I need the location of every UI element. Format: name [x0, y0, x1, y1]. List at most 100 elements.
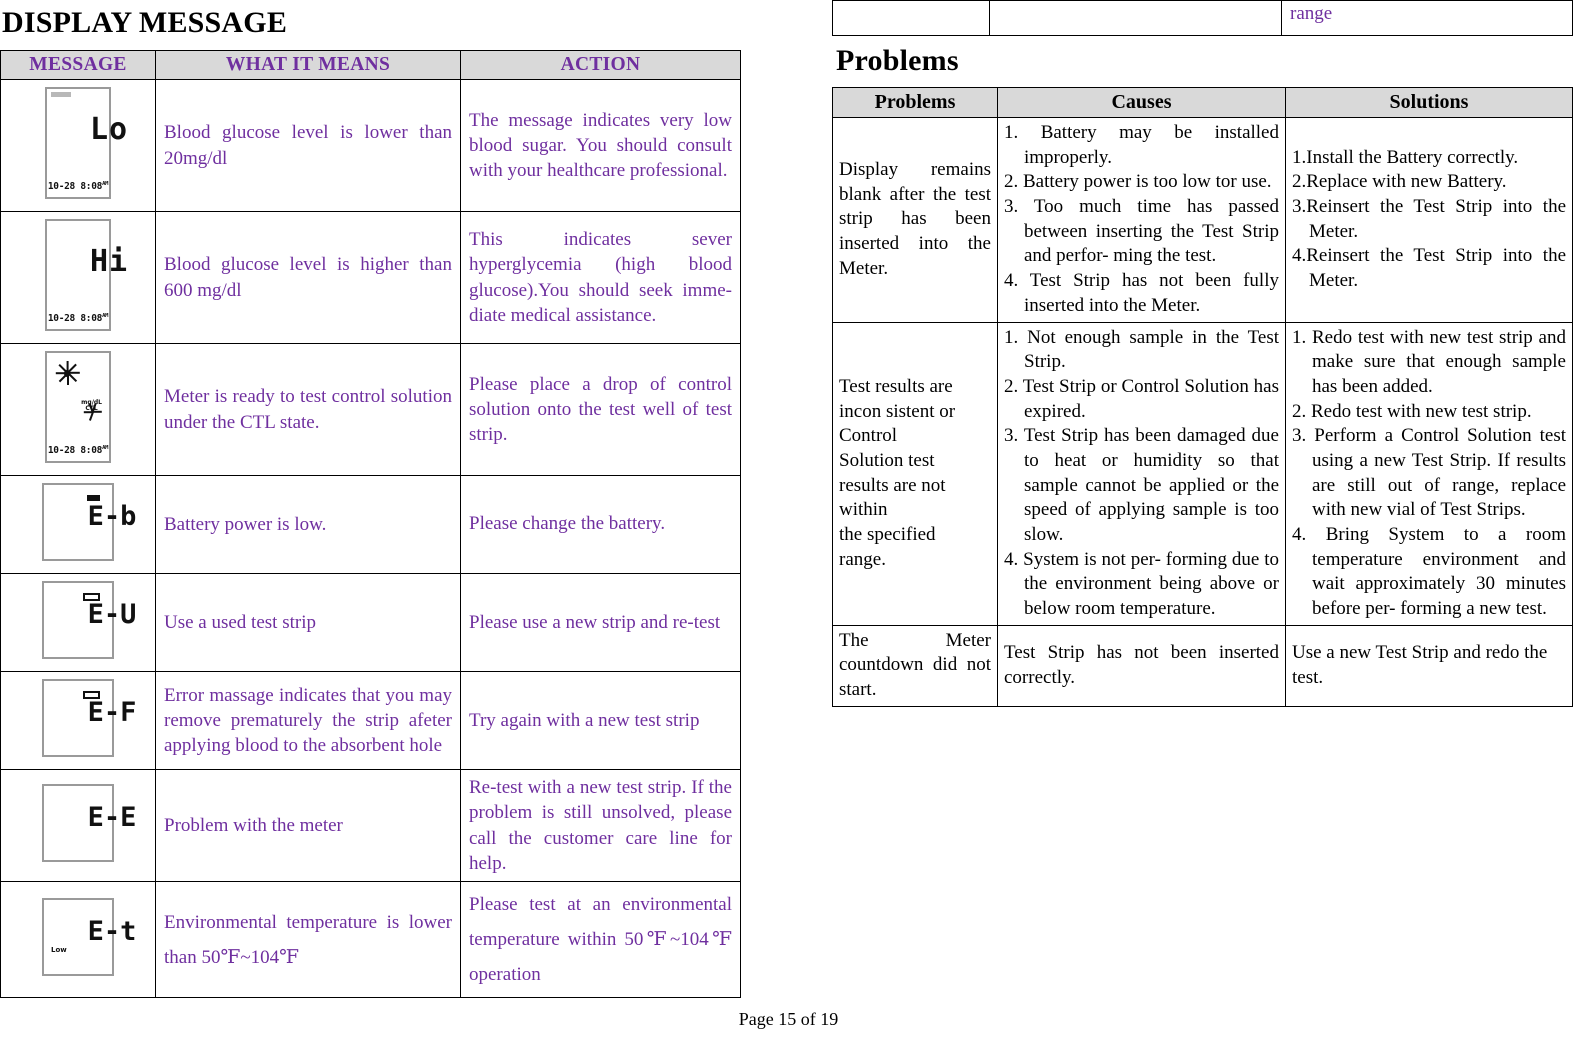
table-row: E-E Problem with the meter Re-test with … [0, 768, 741, 883]
table-row: Display remains blank after the test str… [832, 117, 1573, 323]
lcd-error-code: E-b [87, 501, 137, 532]
problems-table: Problems Causes Solutions Display remain… [832, 87, 1573, 707]
meaning-cell: Meter is ready to test control solution … [155, 343, 461, 476]
lcd-error-code: E-t [87, 916, 137, 948]
solutions-cell: Use a new Test Strip and redo the test. [1285, 624, 1573, 707]
meaning-cell: Blood glucose level is lower than 20mg/d… [155, 79, 461, 212]
lcd-topbar-icon [51, 92, 71, 97]
meaning-cell: Blood glucose level is higher than 600 m… [155, 211, 461, 344]
action-cell: This indicates sever hyperglycemia (high… [460, 211, 741, 344]
list-item: 3.Reinsert the Test Strip into the Meter… [1292, 196, 1566, 242]
message-display-cell: Lo 10-28 8:08AM [0, 79, 156, 212]
message-display-cell: E-t Low [0, 881, 156, 999]
message-display-cell: Hi 10-28 8:08AM [0, 211, 156, 344]
lcd-screen-error-premature: E-F [42, 679, 136, 757]
meaning-cell: Use a used test strip [155, 573, 461, 672]
solutions-cell: 1.Install the Battery correctly. 2.Repla… [1285, 117, 1573, 323]
message-display-cell: E-E [0, 768, 156, 883]
causes-list: 1. Battery may be installed improperly. … [1004, 121, 1279, 319]
page-title-display-message: DISPLAY MESSAGE [2, 6, 288, 39]
column-header-solutions: Solutions [1285, 87, 1573, 118]
lcd-screen-ctl: mg/dL CTL 10-28 8:08AM [45, 351, 111, 463]
lcd-timestamp: 10-28 8:08AM [47, 180, 109, 192]
causes-list: 1. Not enough sample in the Test Strip. … [1004, 326, 1279, 622]
meaning-cell: Error massage indicates that you may rem… [155, 671, 461, 770]
problem-line: range. [839, 548, 886, 570]
list-item: 3. Test Strip has been damaged due to he… [1004, 425, 1279, 545]
column-header-problems: Problems [832, 87, 998, 118]
causes-cell: 1. Not enough sample in the Test Strip. … [997, 321, 1286, 626]
continued-cell-1 [832, 0, 990, 36]
list-item: 3. Perform a Control Solution test using… [1292, 425, 1566, 521]
table-row: range [832, 0, 1573, 36]
problem-line: Test results are [839, 375, 953, 397]
message-display-cell: E-U [0, 573, 156, 672]
list-item: 4. Bring System to a room temperature en… [1292, 524, 1566, 620]
list-item: 4.Reinsert the Test Strip into the Meter… [1292, 245, 1566, 292]
problem-cell: Test results are incon sistent or Contro… [832, 321, 998, 626]
lcd-error-code: E-E [87, 802, 137, 834]
causes-cell: 1. Battery may be installed improperly. … [997, 117, 1286, 323]
table-row: The Meter countdown did not start. Test … [832, 624, 1573, 707]
action-cell: Please place a drop of control solution … [460, 343, 741, 476]
problem-cell: Display remains blank after the test str… [832, 117, 998, 323]
lcd-screen-error-meter: E-E [42, 784, 136, 863]
lcd-main-value: Hi [89, 244, 129, 279]
page-footer: Page 15 of 19 [738, 1009, 839, 1029]
low-temp-label: Low [51, 946, 67, 955]
lcd-timestamp: 10-28 8:08AM [47, 312, 109, 324]
action-cell: Please test at an environmental temperat… [460, 881, 741, 999]
column-header-causes: Causes [997, 87, 1286, 118]
solutions-list: 1.Install the Battery correctly. 2.Repla… [1292, 146, 1566, 294]
table-row: E-U Use a used test strip Please use a n… [0, 573, 741, 672]
table-header-row: MESSAGE WHAT IT MEANS ACTION [0, 50, 741, 80]
list-item: 2. Test Strip or Control Solution has ex… [1004, 375, 1279, 422]
action-cell: Please change the battery. [460, 475, 741, 574]
list-item: 1.Install the Battery correctly. [1292, 146, 1519, 168]
action-cell: Re-test with a new test strip. If the pr… [460, 768, 741, 883]
meaning-cell: Environmental temperature is lower than … [155, 881, 461, 999]
column-header-action: ACTION [460, 50, 741, 80]
continued-cell-2 [989, 0, 1282, 36]
continued-cell-3: range [1281, 0, 1573, 36]
problem-line: within [839, 499, 888, 521]
table-header-row: Problems Causes Solutions [832, 87, 1573, 118]
lcd-screen-error-battery: E-b [42, 483, 136, 561]
list-item: 2. Battery power is too low tor use. [1004, 171, 1272, 193]
list-item: 4. Test Strip has not been fully inserte… [1004, 270, 1279, 316]
action-cell: The message indicates very low blood sug… [460, 79, 741, 212]
problem-line: Control [839, 425, 898, 447]
page-title-problems: Problems [836, 44, 959, 77]
list-item: 3. Too much time has passed between inse… [1004, 196, 1279, 267]
column-header-what-it-means: WHAT IT MEANS [155, 50, 461, 80]
causes-cell: Test Strip has not been inserted correct… [997, 624, 1286, 707]
problem-line: Solution test [839, 449, 935, 471]
list-item: 4. System is not per- forming due to the… [1004, 548, 1279, 620]
display-message-table: MESSAGE WHAT IT MEANS ACTION Lo 10-28 8:… [0, 50, 741, 999]
list-item: 1. Battery may be installed improperly. [1004, 122, 1279, 168]
list-item: 1. Not enough sample in the Test Strip. [1004, 326, 1279, 373]
table-row: E-b Battery power is low. Please change … [0, 475, 741, 574]
table-row: Hi 10-28 8:08AM Blood glucose level is h… [0, 211, 741, 344]
ctl-unit-bottom: CTL [85, 405, 98, 412]
message-display-cell: mg/dL CTL 10-28 8:08AM [0, 343, 156, 476]
right-column: range Problems Problems Causes Solutions [832, 0, 1573, 707]
table-row: Lo 10-28 8:08AM Blood glucose level is l… [0, 79, 741, 212]
action-cell: Please use a new strip and re-test [460, 573, 741, 672]
lcd-screen-error-used-strip: E-U [42, 581, 136, 659]
action-cell: Try again with a new test strip [460, 671, 741, 770]
document-page: DISPLAY MESSAGE MESSAGE WHAT IT MEANS AC… [0, 0, 1577, 1038]
table-row: mg/dL CTL 10-28 8:08AM Meter is ready to… [0, 343, 741, 476]
left-column: DISPLAY MESSAGE MESSAGE WHAT IT MEANS AC… [0, 0, 741, 999]
ctl-unit-label: mg/dL CTL [81, 400, 102, 412]
list-item: 1. Redo test with new test strip and mak… [1292, 326, 1566, 397]
lcd-screen-lo: Lo 10-28 8:08AM [45, 87, 127, 199]
meaning-cell: Problem with the meter [155, 768, 461, 883]
table-row: Test results are incon sistent or Contro… [832, 321, 1573, 626]
table-row: E-F Error massage indicates that you may… [0, 671, 741, 770]
lcd-error-code: E-U [87, 599, 137, 630]
message-display-cell: E-F [0, 671, 156, 770]
problem-cell: The Meter countdown did not start. [832, 624, 998, 707]
solutions-cell: 1. Redo test with new test strip and mak… [1285, 321, 1573, 626]
lcd-screen-error-temperature: E-t Low [42, 898, 136, 977]
